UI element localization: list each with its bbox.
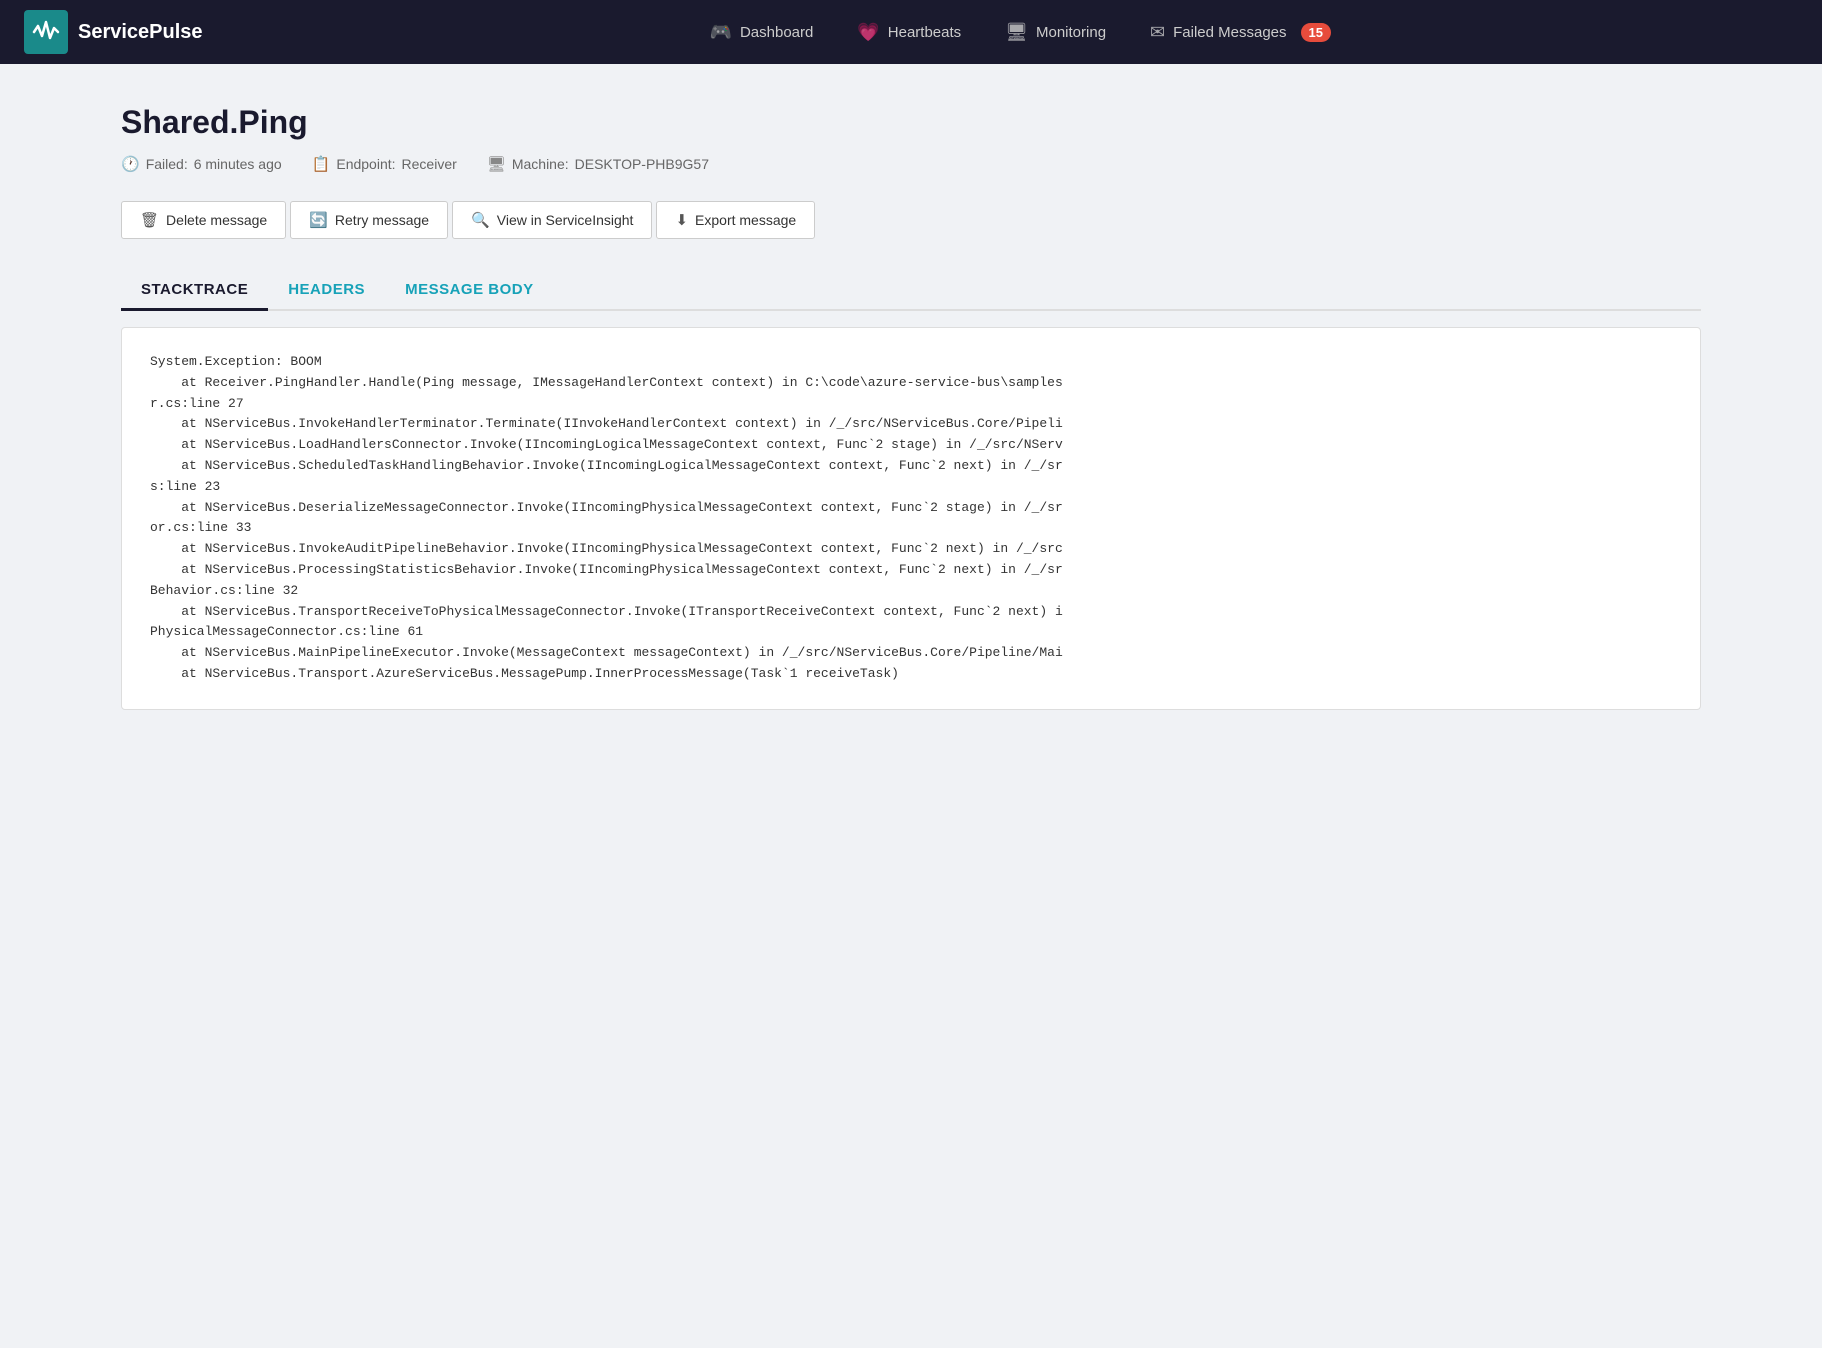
retry-label: Retry message: [335, 212, 429, 228]
nav-monitoring-label: Monitoring: [1036, 24, 1106, 41]
meta-machine: 🖥 Machine: DESKTOP-PHB9G57: [487, 155, 709, 173]
endpoint-value: Receiver: [402, 156, 457, 172]
clock-icon: 🕐: [121, 155, 140, 173]
failed-messages-badge: 15: [1301, 23, 1331, 42]
navbar: ServicePulse 🎮 Dashboard 💗 Heartbeats 🖥 …: [0, 0, 1822, 64]
machine-value: DESKTOP-PHB9G57: [575, 156, 709, 172]
export-label: Export message: [695, 212, 796, 228]
stacktrace-text: System.Exception: BOOM at Receiver.PingH…: [150, 352, 1672, 685]
failed-label: Failed:: [146, 156, 188, 172]
tabs: STACKTRACE HEADERS MESSAGE BODY: [121, 271, 1701, 311]
search-icon: 🔍: [471, 211, 490, 229]
failed-messages-icon: ✉: [1150, 22, 1165, 43]
nav-heartbeats-label: Heartbeats: [888, 24, 961, 41]
tab-message-body[interactable]: MESSAGE BODY: [385, 271, 554, 311]
tab-headers-label: HEADERS: [288, 281, 365, 298]
action-buttons: 🗑 Delete message 🔄 Retry message 🔍 View …: [121, 201, 1701, 239]
tab-stacktrace-label: STACKTRACE: [141, 281, 248, 298]
nav-heartbeats[interactable]: 💗 Heartbeats: [835, 0, 983, 64]
brand-name: ServicePulse: [78, 21, 203, 44]
tab-message-body-label: MESSAGE BODY: [405, 281, 534, 298]
monitoring-icon: 🖥: [1005, 22, 1028, 43]
nav-dashboard[interactable]: 🎮 Dashboard: [688, 0, 836, 64]
delete-icon: 🗑: [140, 211, 159, 229]
endpoint-icon: 📋: [312, 155, 331, 173]
machine-icon: 🖥: [487, 155, 506, 173]
stacktrace-container: System.Exception: BOOM at Receiver.PingH…: [121, 327, 1701, 710]
export-message-button[interactable]: ⬇ Export message: [656, 201, 815, 239]
brand: ServicePulse: [24, 10, 203, 54]
nav-dashboard-label: Dashboard: [740, 24, 813, 41]
nav-failed-messages-label: Failed Messages: [1173, 24, 1286, 41]
meta-endpoint: 📋 Endpoint: Receiver: [312, 155, 457, 173]
delete-message-button[interactable]: 🗑 Delete message: [121, 201, 286, 239]
nav-failed-messages[interactable]: ✉ Failed Messages 15: [1128, 0, 1353, 64]
nav-items: 🎮 Dashboard 💗 Heartbeats 🖥 Monitoring ✉ …: [243, 0, 1798, 64]
retry-message-button[interactable]: 🔄 Retry message: [290, 201, 448, 239]
logo: [24, 10, 68, 54]
main-content: Shared.Ping 🕐 Failed: 6 minutes ago 📋 En…: [61, 64, 1761, 750]
meta-failed: 🕐 Failed: 6 minutes ago: [121, 155, 282, 173]
page-title: Shared.Ping: [121, 104, 1701, 141]
failed-value: 6 minutes ago: [194, 156, 282, 172]
machine-label: Machine:: [512, 156, 569, 172]
nav-monitoring[interactable]: 🖥 Monitoring: [983, 0, 1128, 64]
export-icon: ⬇: [675, 211, 688, 229]
retry-icon: 🔄: [309, 211, 328, 229]
tab-headers[interactable]: HEADERS: [268, 271, 385, 311]
dashboard-icon: 🎮: [710, 22, 732, 43]
view-insight-label: View in ServiceInsight: [497, 212, 634, 228]
endpoint-label: Endpoint:: [336, 156, 395, 172]
delete-label: Delete message: [166, 212, 267, 228]
heartbeats-icon: 💗: [857, 22, 879, 43]
meta-row: 🕐 Failed: 6 minutes ago 📋 Endpoint: Rece…: [121, 155, 1701, 173]
view-serviceinsight-button[interactable]: 🔍 View in ServiceInsight: [452, 201, 652, 239]
tab-stacktrace[interactable]: STACKTRACE: [121, 271, 268, 311]
